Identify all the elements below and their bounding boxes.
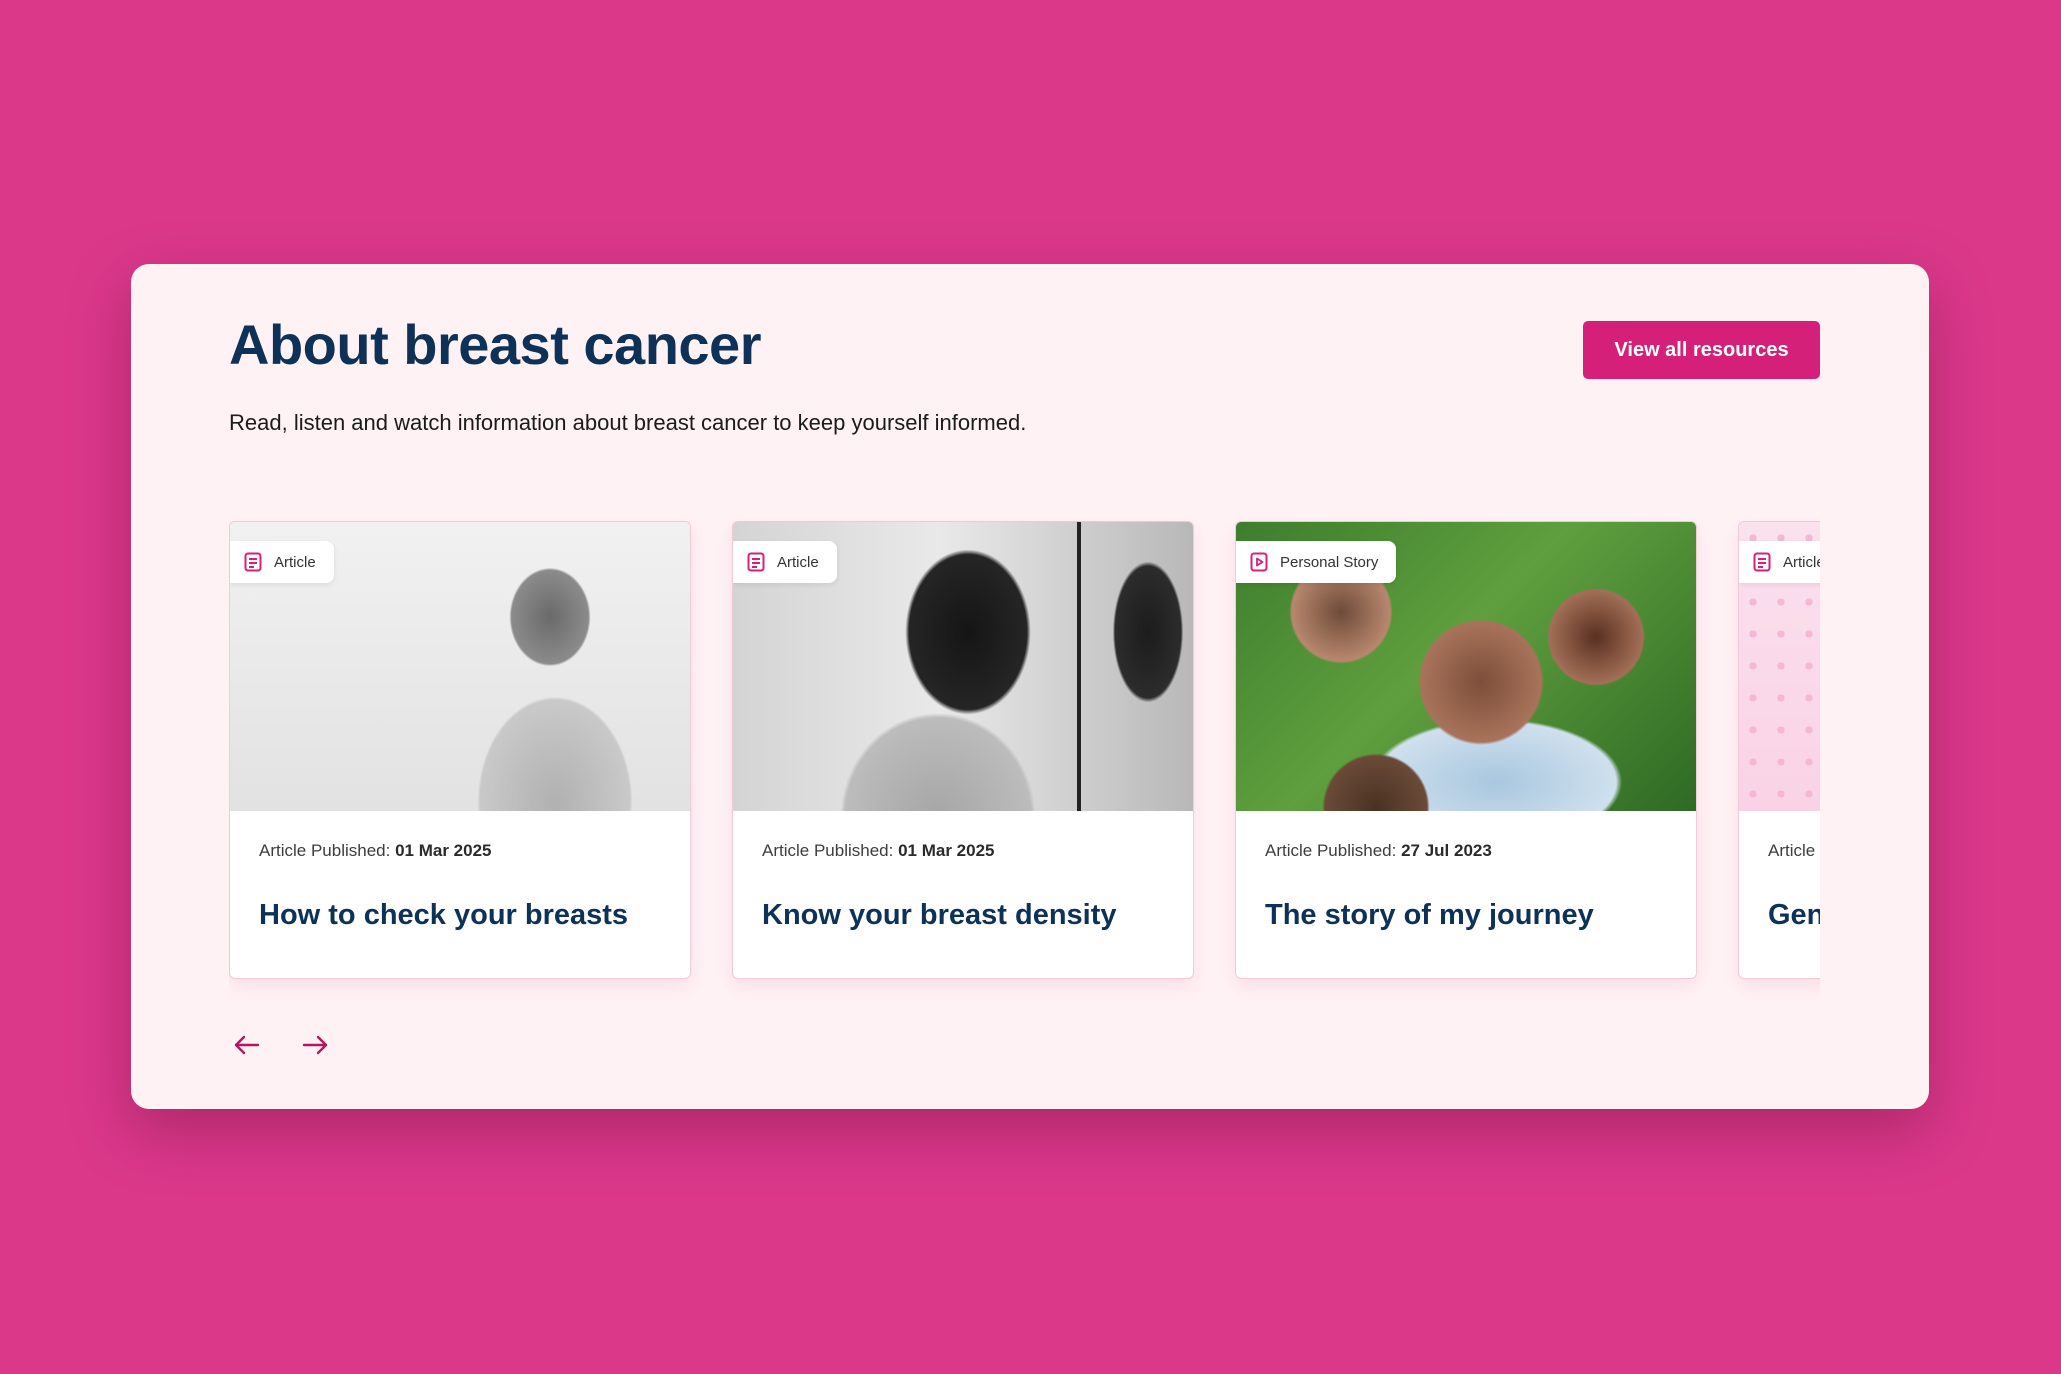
- content-type-label: Article: [1783, 553, 1820, 571]
- published-date: 27 Jul 2023: [1401, 841, 1492, 860]
- published-line: Article Published: 27 Jul 2023: [1265, 841, 1667, 861]
- section-subtitle: Read, listen and watch information about…: [229, 410, 1027, 435]
- play-icon: [1250, 552, 1268, 572]
- card-image: Article: [1739, 522, 1820, 811]
- arrow-right-icon: [302, 1035, 328, 1055]
- published-line: Article Published: 01 Mar 2025: [762, 841, 1164, 861]
- resource-carousel: Article Article Published: 01 Mar 2025 H…: [229, 517, 1820, 1022]
- published-line: Article Published: 01 Mar 2025: [259, 841, 661, 861]
- resource-card[interactable]: Personal Story Article Published: 27 Jul…: [1235, 521, 1697, 979]
- content-type-badge: Article: [1739, 541, 1820, 583]
- content-type-label: Article: [274, 553, 316, 571]
- card-title[interactable]: How to check your breasts: [259, 897, 661, 933]
- document-icon: [747, 552, 765, 572]
- content-type-label: Personal Story: [1280, 553, 1379, 571]
- document-icon: [244, 552, 262, 572]
- content-type-badge: Article: [230, 541, 334, 583]
- resource-card[interactable]: Article Article Published: 01 Mar 2025 K…: [732, 521, 1194, 979]
- card-title[interactable]: Know your breast density: [762, 897, 1164, 933]
- card-image: Article: [230, 522, 690, 811]
- card-image: Article: [733, 522, 1193, 811]
- carousel-track: Article Article Published: 01 Mar 2025 H…: [229, 521, 1820, 979]
- content-type-badge: Article: [733, 541, 837, 583]
- published-date: 01 Mar 2025: [898, 841, 995, 860]
- card-title[interactable]: Gen... can...: [1768, 897, 1820, 933]
- card-title[interactable]: The story of my journey: [1265, 897, 1667, 933]
- carousel-navigation: [229, 1027, 333, 1063]
- resource-card[interactable]: Article Article Published: 01 Mar 2025 H…: [229, 521, 691, 979]
- carousel-prev-button[interactable]: [229, 1027, 265, 1063]
- published-label: Article: [1768, 841, 1816, 860]
- published-label: Article Published:: [259, 841, 391, 860]
- published-label: Article Published:: [762, 841, 894, 860]
- content-type-label: Article: [777, 553, 819, 571]
- document-icon: [1753, 552, 1771, 572]
- resource-card[interactable]: Article Article Gen... can...: [1738, 521, 1820, 979]
- card-image: Personal Story: [1236, 522, 1696, 811]
- arrow-left-icon: [234, 1035, 260, 1055]
- published-label: Article Published:: [1265, 841, 1397, 860]
- resources-panel: About breast cancer Read, listen and wat…: [131, 264, 1929, 1109]
- published-line: Article: [1768, 841, 1820, 861]
- carousel-next-button[interactable]: [297, 1027, 333, 1063]
- section-title: About breast cancer: [229, 313, 762, 376]
- view-all-resources-button[interactable]: View all resources: [1583, 321, 1820, 379]
- published-date: 01 Mar 2025: [395, 841, 492, 860]
- content-type-badge: Personal Story: [1236, 541, 1397, 583]
